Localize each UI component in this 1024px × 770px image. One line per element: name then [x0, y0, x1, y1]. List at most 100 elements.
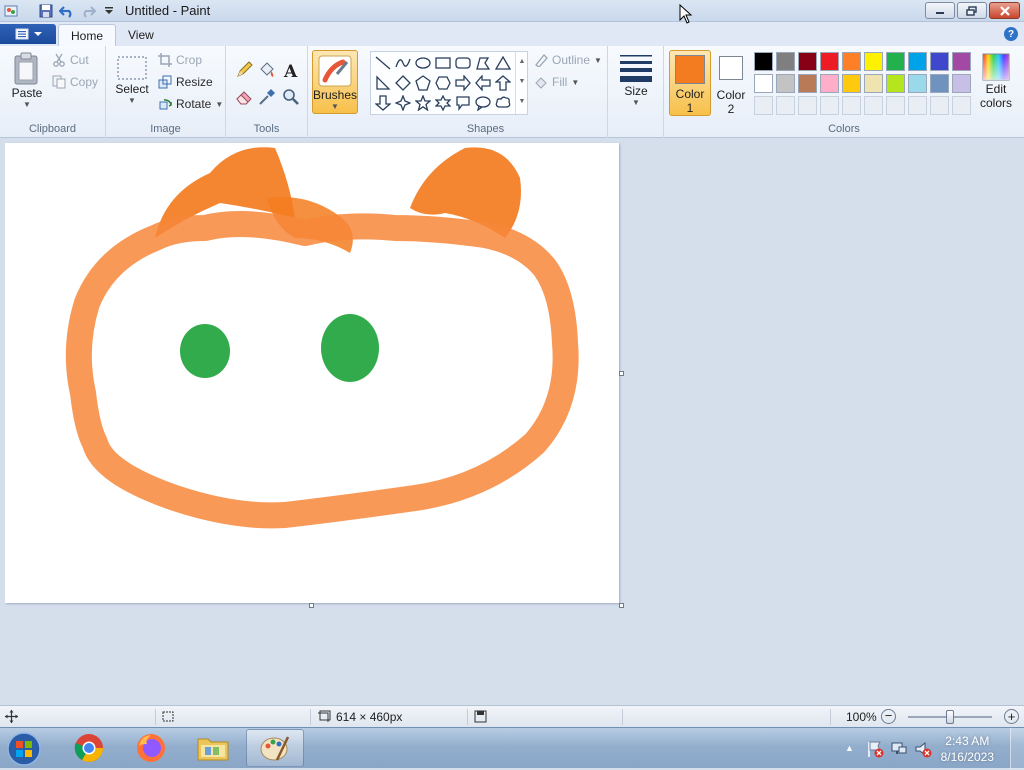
customize-toolbar-icon[interactable] — [100, 2, 118, 20]
palette-swatch[interactable] — [798, 74, 817, 93]
down-arrow-shape-icon[interactable] — [373, 93, 393, 113]
taskbar-file-explorer[interactable] — [184, 729, 242, 767]
palette-swatch[interactable] — [886, 52, 905, 71]
palette-swatch[interactable] — [754, 52, 773, 71]
minimize-button[interactable] — [925, 2, 955, 19]
palette-swatch[interactable] — [864, 52, 883, 71]
select-button[interactable]: Select ▼ — [114, 54, 150, 105]
redo-icon[interactable] — [79, 2, 97, 20]
text-tool-icon[interactable]: A — [280, 59, 301, 80]
palette-swatch[interactable] — [820, 52, 839, 71]
tab-home[interactable]: Home — [58, 24, 117, 46]
custom-color-slot[interactable] — [908, 96, 927, 115]
rectangle-shape-icon[interactable] — [433, 53, 453, 73]
triangle-shape-icon[interactable] — [493, 53, 513, 73]
shapes-gallery-scroll[interactable]: ▲ ▼ ▼ — [515, 52, 528, 114]
show-hidden-icons[interactable]: ▲ — [845, 743, 854, 753]
fill-button[interactable]: Fill ▼ — [534, 75, 579, 89]
resize-handle-bottom[interactable] — [309, 603, 314, 608]
palette-swatch[interactable] — [952, 74, 971, 93]
drawing-canvas[interactable] — [5, 143, 619, 603]
left-arrow-shape-icon[interactable] — [473, 73, 493, 93]
palette-swatch[interactable] — [908, 52, 927, 71]
crop-button[interactable]: Crop — [158, 53, 202, 67]
cloud-callout-shape-icon[interactable] — [493, 93, 513, 113]
rounded-rectangle-shape-icon[interactable] — [453, 53, 473, 73]
custom-color-slot[interactable] — [886, 96, 905, 115]
diamond-shape-icon[interactable] — [393, 73, 413, 93]
eraser-icon[interactable] — [233, 86, 254, 107]
pentagon-shape-icon[interactable] — [413, 73, 433, 93]
palette-swatch[interactable] — [842, 74, 861, 93]
color-2-button[interactable]: Color 2 — [713, 50, 749, 116]
resize-handle-right[interactable] — [619, 371, 624, 376]
cut-button[interactable]: Cut — [52, 53, 89, 67]
six-point-star-shape-icon[interactable] — [433, 93, 453, 113]
paint-menu-button[interactable] — [0, 24, 56, 44]
right-triangle-shape-icon[interactable] — [373, 73, 393, 93]
five-point-star-shape-icon[interactable] — [413, 93, 433, 113]
help-icon[interactable]: ? — [1004, 27, 1018, 41]
oval-shape-icon[interactable] — [413, 53, 433, 73]
palette-swatch[interactable] — [930, 74, 949, 93]
resize-button[interactable]: Resize — [158, 75, 213, 89]
zoom-out-button[interactable]: − — [881, 709, 896, 724]
zoom-slider-thumb[interactable] — [946, 710, 954, 724]
save-icon[interactable] — [37, 2, 55, 20]
taskbar-firefox[interactable] — [122, 729, 180, 767]
oval-callout-shape-icon[interactable] — [473, 93, 493, 113]
custom-color-slot[interactable] — [930, 96, 949, 115]
taskbar-clock[interactable]: 2:43 AM 8/16/2023 — [941, 733, 994, 765]
volume-muted-icon[interactable] — [914, 740, 932, 758]
palette-swatch[interactable] — [776, 52, 795, 71]
edit-colors-button[interactable]: Edit colors — [974, 52, 1018, 110]
brushes-button[interactable]: Brushes ▼ — [312, 50, 358, 114]
palette-swatch[interactable] — [908, 74, 927, 93]
palette-swatch[interactable] — [754, 74, 773, 93]
paste-button[interactable]: Paste ▼ — [8, 52, 46, 109]
custom-color-slot[interactable] — [820, 96, 839, 115]
line-shape-icon[interactable] — [373, 53, 393, 73]
curve-shape-icon[interactable] — [393, 53, 413, 73]
zoom-in-button[interactable]: + — [1004, 709, 1019, 724]
resize-handle-corner[interactable] — [619, 603, 624, 608]
tab-view[interactable]: View — [116, 24, 166, 46]
network-icon[interactable] — [890, 740, 908, 758]
custom-color-slot[interactable] — [798, 96, 817, 115]
custom-color-slot[interactable] — [842, 96, 861, 115]
polygon-shape-icon[interactable] — [473, 53, 493, 73]
restore-button[interactable] — [957, 2, 987, 19]
palette-swatch[interactable] — [798, 52, 817, 71]
palette-swatch[interactable] — [820, 74, 839, 93]
size-button[interactable]: Size ▼ — [616, 52, 656, 107]
palette-swatch[interactable] — [864, 74, 883, 93]
hexagon-shape-icon[interactable] — [433, 73, 453, 93]
undo-icon[interactable] — [58, 2, 76, 20]
close-button[interactable] — [989, 2, 1020, 19]
rotate-button[interactable]: Rotate ▼ — [158, 97, 223, 111]
custom-color-slot[interactable] — [776, 96, 795, 115]
four-point-star-shape-icon[interactable] — [393, 93, 413, 113]
taskbar-paint[interactable] — [246, 729, 304, 767]
magnifier-icon[interactable] — [280, 86, 301, 107]
palette-swatch[interactable] — [776, 74, 795, 93]
palette-swatch[interactable] — [886, 74, 905, 93]
paint-app-icon[interactable] — [2, 2, 20, 20]
color-picker-icon[interactable] — [256, 86, 277, 107]
pencil-icon[interactable] — [233, 59, 254, 80]
copy-button[interactable]: Copy — [52, 75, 98, 89]
start-button[interactable] — [4, 730, 44, 767]
fill-bucket-icon[interactable] — [256, 59, 277, 80]
color-1-button[interactable]: Color 1 — [669, 50, 711, 116]
palette-swatch[interactable] — [842, 52, 861, 71]
right-arrow-shape-icon[interactable] — [453, 73, 473, 93]
custom-color-slot[interactable] — [864, 96, 883, 115]
custom-color-slot[interactable] — [754, 96, 773, 115]
flag-notification-icon[interactable] — [866, 740, 884, 758]
palette-swatch[interactable] — [952, 52, 971, 71]
up-arrow-shape-icon[interactable] — [493, 73, 513, 93]
palette-swatch[interactable] — [930, 52, 949, 71]
rounded-callout-shape-icon[interactable] — [453, 93, 473, 113]
custom-color-slot[interactable] — [952, 96, 971, 115]
taskbar-chrome[interactable] — [60, 729, 118, 767]
